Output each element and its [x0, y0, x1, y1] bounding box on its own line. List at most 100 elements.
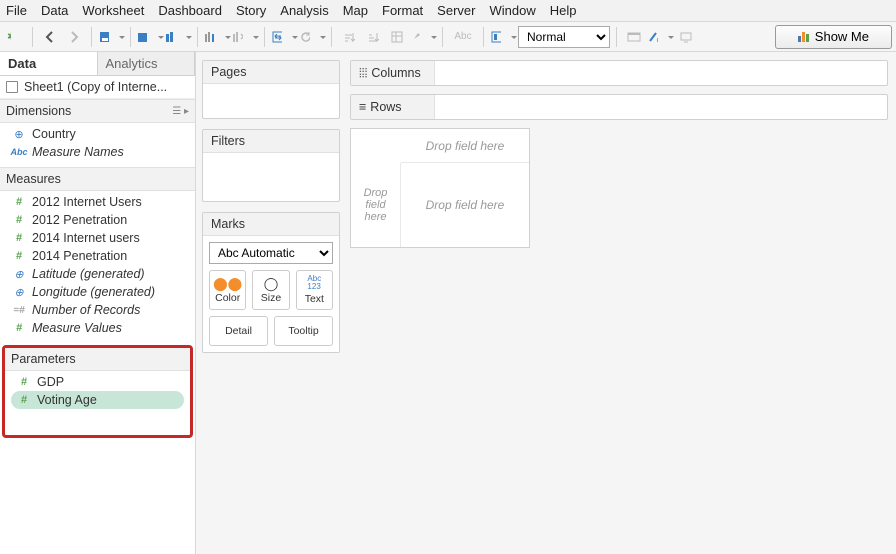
menu-dashboard[interactable]: Dashboard	[158, 3, 222, 18]
swap-button[interactable]	[271, 26, 293, 48]
marks-color-button[interactable]: ⬤⬤Color	[209, 270, 246, 310]
menu-help[interactable]: Help	[550, 3, 577, 18]
marks-card-title: Marks	[203, 213, 339, 236]
menu-file[interactable]: File	[6, 3, 27, 18]
drop-rows-target[interactable]: Drop field here	[351, 163, 401, 247]
forward-button[interactable]	[63, 26, 85, 48]
download-button[interactable]	[675, 26, 697, 48]
rows-icon: ≡	[359, 100, 366, 114]
datasource-row[interactable]: Sheet1 (Copy of Interne...	[0, 76, 195, 99]
dimensions-header: Dimensions ☰ ▸	[0, 99, 195, 123]
calc-hash-icon: =#	[12, 305, 26, 316]
toolbar: Abc Normal Show Me	[0, 22, 896, 52]
dimensions-list: ⊕Country AbcMeasure Names	[0, 123, 195, 167]
datasource-icon	[6, 81, 18, 93]
columns-shelf[interactable]: ⦙⦙⦙ Columns	[350, 60, 888, 86]
totals-button[interactable]	[386, 26, 408, 48]
abc-icon: Abc	[12, 147, 26, 157]
hash-icon: #	[12, 250, 26, 262]
hash-icon: #	[17, 394, 31, 406]
marks-text-button[interactable]: Abc123Text	[296, 270, 333, 310]
marks-tooltip-button[interactable]: Tooltip	[274, 316, 333, 346]
globe-icon: ⊕	[12, 268, 26, 281]
text-icon: Abc123	[307, 275, 321, 291]
fit-mode-select[interactable]: Normal	[518, 26, 610, 48]
globe-icon: ⊕	[12, 286, 26, 299]
menu-analysis[interactable]: Analysis	[280, 3, 328, 18]
menu-server[interactable]: Server	[437, 3, 475, 18]
marks-detail-button[interactable]: Detail	[209, 316, 268, 346]
field-country[interactable]: ⊕Country	[0, 125, 195, 143]
field-measure-names[interactable]: AbcMeasure Names	[0, 143, 195, 161]
save-button[interactable]	[98, 26, 120, 48]
color-icon: ⬤⬤	[213, 277, 242, 290]
show-me-label: Show Me	[815, 29, 869, 44]
sort-asc-button[interactable]	[338, 26, 360, 48]
fit-button[interactable]	[490, 26, 512, 48]
duplicate-worksheet-button[interactable]	[204, 26, 226, 48]
hash-icon: #	[17, 376, 31, 388]
field-measure-values[interactable]: #Measure Values	[0, 319, 195, 337]
columns-label: Columns	[371, 66, 420, 80]
menu-map[interactable]: Map	[343, 3, 368, 18]
menu-window[interactable]: Window	[489, 3, 535, 18]
param-voting-age[interactable]: #Voting Age	[11, 391, 184, 409]
hash-icon: #	[12, 232, 26, 244]
new-worksheet-button[interactable]	[165, 26, 187, 48]
viz-drop-area[interactable]: Drop field here Drop field here Drop fie…	[350, 128, 530, 248]
workspace: Data Analytics Sheet1 (Copy of Interne..…	[0, 52, 896, 554]
drop-main-target[interactable]: Drop field here	[401, 163, 529, 247]
globe-icon: ⊕	[12, 128, 26, 141]
bars-icon	[798, 32, 809, 42]
hash-icon: #	[12, 214, 26, 226]
hash-icon: #	[12, 322, 26, 334]
measures-header: Measures	[0, 167, 195, 191]
canvas: ⦙⦙⦙ Columns ≡ Rows Drop field here Drop fi…	[346, 52, 896, 554]
menu-data[interactable]: Data	[41, 3, 68, 18]
menu-format[interactable]: Format	[382, 3, 423, 18]
menu-worksheet[interactable]: Worksheet	[82, 3, 144, 18]
tableau-logo-icon[interactable]	[4, 26, 26, 48]
field-2014-penetration[interactable]: #2014 Penetration	[0, 247, 195, 265]
new-datasource-button[interactable]	[137, 26, 159, 48]
tab-data[interactable]: Data	[0, 52, 98, 75]
highlight-button[interactable]	[410, 26, 432, 48]
param-gdp[interactable]: #GDP	[5, 373, 190, 391]
field-latitude[interactable]: ⊕Latitude (generated)	[0, 265, 195, 283]
shelves-column: Pages Filters Marks Abc Automatic ⬤⬤Colo…	[196, 52, 346, 554]
filters-card[interactable]: Filters	[202, 129, 340, 202]
marks-size-button[interactable]: ◯Size	[252, 270, 289, 310]
field-longitude[interactable]: ⊕Longitude (generated)	[0, 283, 195, 301]
field-number-of-records[interactable]: =#Number of Records	[0, 301, 195, 319]
show-cards-button[interactable]	[647, 26, 669, 48]
sort-desc-button[interactable]	[362, 26, 384, 48]
mark-type-select[interactable]: Abc Automatic	[209, 242, 333, 264]
measures-list: #2012 Internet Users #2012 Penetration #…	[0, 191, 195, 343]
back-button[interactable]	[39, 26, 61, 48]
menu-bar: File Data Worksheet Dashboard Story Anal…	[0, 0, 896, 22]
refresh-button[interactable]	[299, 26, 321, 48]
drop-columns-target[interactable]: Drop field here	[401, 129, 529, 163]
field-2014-internet-users[interactable]: #2014 Internet users	[0, 229, 195, 247]
datasource-label: Sheet1 (Copy of Interne...	[24, 80, 167, 94]
size-icon: ◯	[264, 277, 279, 290]
marks-card: Marks Abc Automatic ⬤⬤Color ◯Size Abc123…	[202, 212, 340, 353]
parameters-header: Parameters	[5, 348, 190, 371]
labels-button[interactable]: Abc	[449, 26, 477, 48]
columns-icon: ⦙⦙⦙	[359, 66, 367, 81]
rows-shelf[interactable]: ≡ Rows	[350, 94, 888, 120]
menu-story[interactable]: Story	[236, 3, 266, 18]
field-2012-internet-users[interactable]: #2012 Internet Users	[0, 193, 195, 211]
pages-card[interactable]: Pages	[202, 60, 340, 119]
data-pane: Data Analytics Sheet1 (Copy of Interne..…	[0, 52, 196, 554]
show-me-button[interactable]: Show Me	[775, 25, 892, 49]
filters-card-title: Filters	[203, 130, 339, 153]
dimensions-menu-icon[interactable]: ☰ ▸	[172, 106, 189, 117]
clear-worksheet-button[interactable]	[232, 26, 254, 48]
presentation-mode-button[interactable]	[623, 26, 645, 48]
parameters-highlight-box: Parameters #GDP #Voting Age	[2, 345, 193, 438]
field-2012-penetration[interactable]: #2012 Penetration	[0, 211, 195, 229]
rows-label: Rows	[370, 100, 401, 114]
tab-analytics[interactable]: Analytics	[98, 52, 196, 75]
hash-icon: #	[12, 196, 26, 208]
